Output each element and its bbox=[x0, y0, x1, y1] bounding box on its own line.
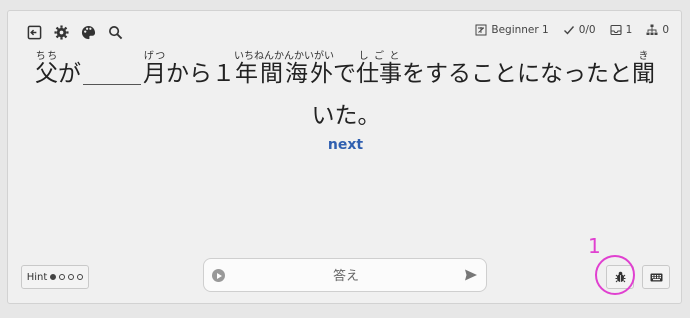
palette-icon[interactable] bbox=[80, 24, 97, 41]
hint-dot bbox=[50, 274, 57, 280]
dictionary-icon bbox=[475, 24, 487, 36]
toolbar-right: Beginner 1 0/0 1 0 bbox=[475, 24, 669, 36]
sentence-text: で bbox=[333, 61, 356, 87]
answer-blank bbox=[83, 60, 141, 85]
stack-count: 0 bbox=[662, 24, 669, 36]
hint-dot bbox=[59, 274, 66, 280]
gear-icon[interactable] bbox=[53, 24, 70, 41]
play-audio-icon[interactable] bbox=[212, 269, 225, 282]
bug-icon bbox=[615, 271, 625, 283]
answer-box bbox=[203, 258, 487, 292]
score-indicator: 0/0 bbox=[563, 24, 596, 36]
hint-dot bbox=[68, 274, 75, 280]
answer-input[interactable] bbox=[232, 266, 460, 286]
question-sentence: 父ちちが 月げつから１年間海外いちねんかんかいがいで仕事しごとをすることになったと… bbox=[26, 51, 666, 137]
search-icon[interactable] bbox=[107, 24, 124, 41]
toolbar-left bbox=[26, 24, 124, 41]
ruby-word: 聞き bbox=[632, 51, 655, 87]
keyboard-icon bbox=[650, 273, 662, 281]
level-indicator[interactable]: Beginner 1 bbox=[475, 24, 549, 36]
inbox-indicator[interactable]: 1 bbox=[610, 24, 633, 36]
inbox-icon bbox=[610, 24, 622, 36]
exit-icon[interactable] bbox=[26, 24, 43, 41]
ruby-word: 父ちち bbox=[35, 51, 58, 87]
check-icon bbox=[563, 26, 574, 35]
sentence-text: いた。 bbox=[311, 103, 381, 129]
keyboard-button[interactable] bbox=[642, 265, 670, 289]
ruby-word: 年間海外いちねんかんかいがい bbox=[234, 51, 334, 87]
hierarchy-icon bbox=[646, 24, 658, 35]
stack-indicator[interactable]: 0 bbox=[646, 24, 669, 36]
hint-button[interactable]: Hint bbox=[21, 265, 89, 289]
quiz-card: Beginner 1 0/0 1 0 父ちちが 月げつから１年間海外いちねんかんか… bbox=[7, 10, 682, 304]
sentence-text: をすることになったと bbox=[402, 61, 632, 87]
sentence-text: が bbox=[58, 61, 81, 87]
ruby-word: 仕事しごと bbox=[356, 51, 402, 87]
next-button[interactable]: next bbox=[8, 137, 683, 153]
hint-label: Hint bbox=[26, 271, 48, 283]
inbox-count: 1 bbox=[625, 24, 633, 36]
level-label: Beginner 1 bbox=[491, 24, 549, 36]
score-label: 0/0 bbox=[578, 24, 596, 36]
report-bug-button[interactable] bbox=[606, 265, 634, 289]
sentence-text: から１ bbox=[166, 61, 235, 87]
ruby-word: 月げつ bbox=[143, 51, 166, 87]
hint-dot bbox=[77, 274, 84, 280]
send-icon[interactable] bbox=[464, 268, 478, 282]
